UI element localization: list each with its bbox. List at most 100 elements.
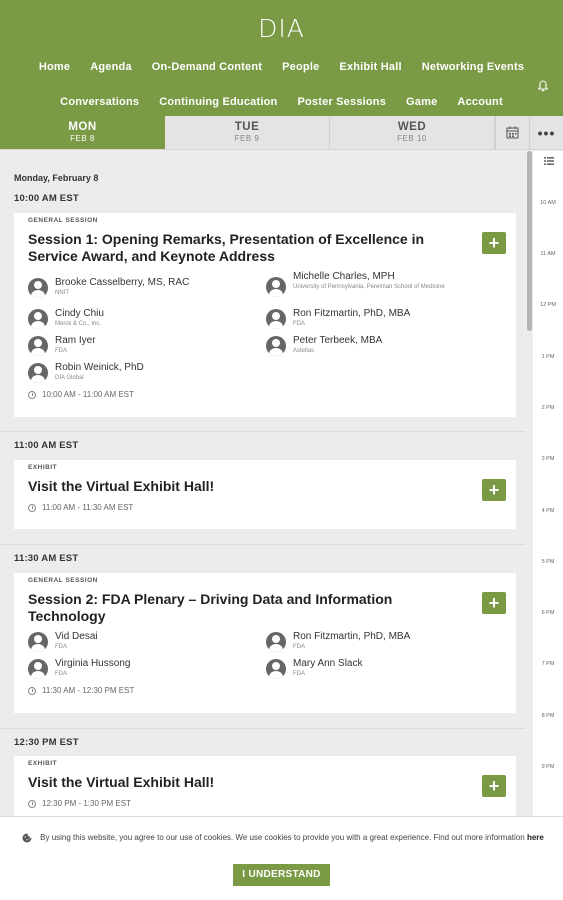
session-card[interactable]: EXHIBIT Visit the Virtual Exhibit Hall! …: [14, 460, 516, 529]
nav-conversations[interactable]: Conversations: [50, 96, 149, 108]
speaker-name: Ram Iyer: [55, 335, 96, 346]
session-time-text: 10:00 AM - 11:00 AM EST: [42, 390, 134, 399]
rail-time-label: 8 PM: [541, 713, 555, 719]
speaker-name: Robin Weinick, PhD: [55, 362, 144, 373]
speaker-name: Virginia Hussong: [55, 658, 131, 669]
nav-poster-sessions[interactable]: Poster Sessions: [287, 96, 396, 108]
nav-account[interactable]: Account: [447, 96, 512, 108]
speaker-item[interactable]: Ram Iyer FDA: [28, 335, 96, 356]
nav-continuing-education[interactable]: Continuing Education: [149, 96, 287, 108]
time-slot-label: 12:30 PM EST: [14, 737, 79, 748]
tab-wed[interactable]: WED FEB 10: [330, 116, 495, 149]
rail-time-label: 5 PM: [541, 559, 555, 565]
day-heading: Monday, February 8: [14, 173, 99, 183]
speaker-item[interactable]: Brooke Casselberry, MS, RAC NNIT: [28, 277, 189, 298]
divider: [0, 728, 525, 729]
add-session-button[interactable]: +: [482, 232, 506, 254]
nav-networking-events[interactable]: Networking Events: [412, 61, 534, 73]
speaker-org: Merck & Co., Inc.: [55, 321, 102, 327]
speaker-org: FDA: [55, 644, 67, 650]
nav-home[interactable]: Home: [29, 61, 80, 73]
tab-day-name: TUE: [234, 121, 260, 133]
cookie-message: By using this website, you agree to our …: [38, 832, 546, 844]
nav-game[interactable]: Game: [396, 96, 447, 108]
bell-icon[interactable]: [537, 80, 549, 92]
cookie-more-info-link[interactable]: here: [527, 833, 544, 842]
speaker-item[interactable]: Vid Desai FDA: [28, 631, 98, 652]
speaker-org: Astellas: [293, 348, 315, 354]
session-card[interactable]: EXHIBIT Visit the Virtual Exhibit Hall! …: [14, 756, 516, 816]
session-time: 12:30 PM - 1:30 PM EST: [28, 799, 131, 808]
tab-mon[interactable]: MON FEB 8: [0, 116, 165, 149]
list-view-icon[interactable]: [544, 157, 554, 165]
speaker-org: FDA: [293, 644, 305, 650]
speaker-item[interactable]: Michelle Charles, MPH University of Penns…: [266, 271, 483, 297]
avatar-icon: [28, 336, 48, 356]
session-card[interactable]: GENERAL SESSION Session 2: FDA Plenary –…: [14, 573, 516, 713]
tab-tue[interactable]: TUE FEB 9: [165, 116, 330, 149]
add-session-button[interactable]: +: [482, 479, 506, 501]
divider: [0, 431, 525, 432]
nav-agenda[interactable]: Agenda: [80, 61, 142, 73]
cookie-text: By using this website, you agree to our …: [40, 833, 525, 842]
add-session-button[interactable]: +: [482, 592, 506, 614]
rail-time-label: 11 AM: [540, 251, 556, 257]
divider: [0, 544, 525, 545]
speaker-item[interactable]: Peter Terbeek, MBA Astellas: [266, 335, 382, 356]
tab-day-date: FEB 10: [397, 134, 427, 143]
session-category: GENERAL SESSION: [28, 217, 98, 224]
add-session-button[interactable]: +: [482, 775, 506, 797]
session-category: EXHIBIT: [28, 760, 58, 767]
nav-exhibit-hall[interactable]: Exhibit Hall: [329, 61, 411, 73]
avatar-icon: [28, 659, 48, 679]
session-category: GENERAL SESSION: [28, 577, 98, 584]
nav-row-secondary: Conversations Continuing Education Poste…: [0, 96, 563, 108]
speaker-name: Vid Desai: [55, 631, 98, 642]
dia-logo[interactable]: DIA: [0, 14, 563, 43]
cookie-icon: [22, 833, 32, 843]
clock-icon: [28, 390, 36, 399]
session-title[interactable]: Visit the Virtual Exhibit Hall!: [28, 478, 448, 495]
speaker-org: FDA: [293, 321, 305, 327]
clock-icon: [28, 799, 36, 808]
session-title[interactable]: Visit the Virtual Exhibit Hall!: [28, 774, 448, 791]
session-title[interactable]: Session 1: Opening Remarks, Presentation…: [28, 231, 448, 265]
session-time-text: 12:30 PM - 1:30 PM EST: [42, 799, 131, 808]
rail-time-label: 2 PM: [541, 405, 555, 411]
time-slot-label: 10:00 AM EST: [14, 193, 79, 204]
session-title[interactable]: Session 2: FDA Plenary – Driving Data an…: [28, 591, 448, 625]
speaker-item[interactable]: Mary Ann Slack FDA: [266, 658, 362, 679]
calendar-button[interactable]: [495, 116, 529, 149]
rail-time-label: 12 PM: [540, 302, 556, 308]
scrollbar-thumb[interactable]: [527, 151, 532, 331]
avatar-icon: [266, 336, 286, 356]
speaker-item[interactable]: Ron Fitzmartin, PhD, MBA FDA: [266, 308, 410, 329]
rail-time-label: 10 AM: [540, 200, 556, 206]
nav-on-demand-content[interactable]: On-Demand Content: [142, 61, 272, 73]
speaker-org: DIA Global: [55, 375, 84, 381]
more-icon: •••: [537, 124, 556, 141]
speaker-item[interactable]: Virginia Hussong FDA: [28, 658, 130, 679]
speaker-item[interactable]: Robin Weinick, PhD DIA Global: [28, 362, 144, 383]
more-options-button[interactable]: •••: [529, 116, 563, 149]
avatar-icon: [28, 632, 48, 652]
tab-day-date: FEB 9: [234, 134, 260, 143]
nav-people[interactable]: People: [272, 61, 329, 73]
session-time-text: 11:00 AM - 11:30 AM EST: [42, 503, 134, 512]
avatar-icon: [266, 632, 286, 652]
time-rail: 10 AM 11 AM 12 PM 1 PM 2 PM 3 PM 4 PM 5 …: [533, 151, 563, 816]
session-time: 11:00 AM - 11:30 AM EST: [28, 503, 133, 512]
schedule-list[interactable]: Monday, February 8 10:00 AM EST GENERAL …: [0, 151, 525, 816]
avatar-icon: [28, 278, 48, 298]
session-time-text: 11:30 AM - 12:30 PM EST: [42, 686, 135, 695]
session-card[interactable]: GENERAL SESSION Session 1: Opening Remar…: [14, 213, 516, 417]
speaker-org: University of Pennsylvania, Perelman Sch…: [293, 284, 445, 290]
accept-cookies-button[interactable]: I UNDERSTAND: [233, 864, 330, 886]
speaker-name: Michelle Charles, MPH: [293, 271, 395, 282]
rail-time-label: 4 PM: [541, 508, 555, 514]
speaker-item[interactable]: Ron Fitzmartin, PhD, MBA FDA: [266, 631, 410, 652]
speaker-name: Ron Fitzmartin, PhD, MBA: [293, 631, 411, 642]
time-slot-label: 11:00 AM EST: [14, 440, 79, 451]
speaker-item[interactable]: Cindy Chiu Merck & Co., Inc.: [28, 308, 104, 329]
avatar-icon: [28, 309, 48, 329]
